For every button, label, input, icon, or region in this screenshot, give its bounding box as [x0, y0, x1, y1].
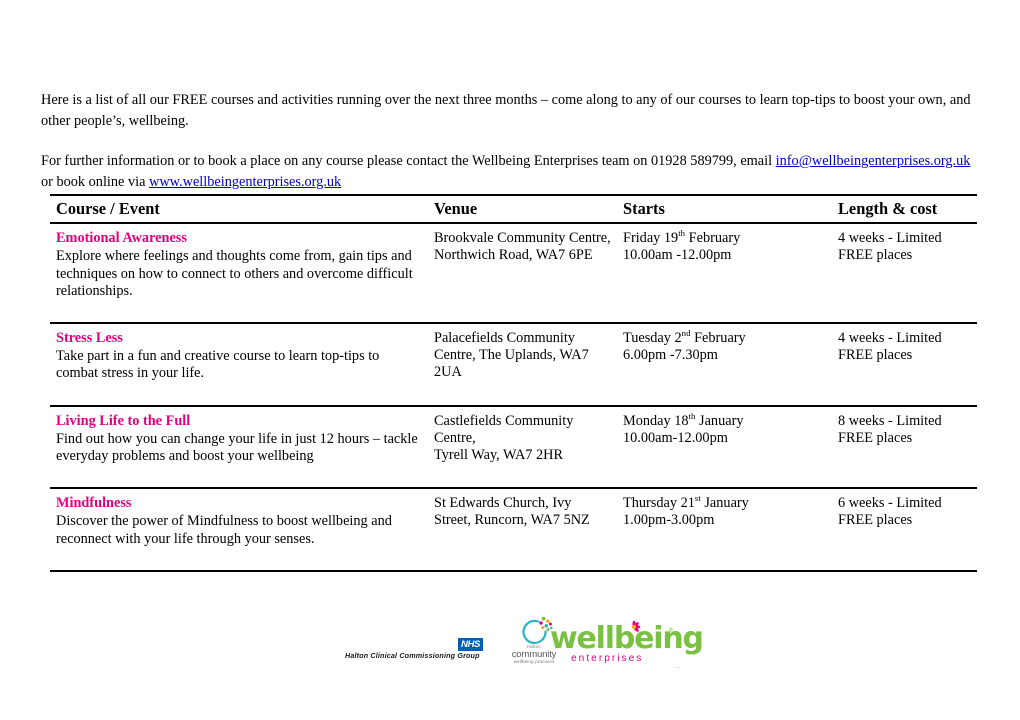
nhs-logo-icon: NHS — [458, 638, 484, 651]
start-time: 1.00pm-3.00pm — [623, 512, 715, 529]
logo-trailing-dots: .. — [675, 662, 681, 670]
cell-starts: Tuesday 2nd February 6.00pm -7.30pm — [617, 323, 832, 407]
course-table: Course / Event Venue Starts Length & cos… — [50, 193, 977, 572]
enterprises-wordmark: enterprises — [571, 653, 644, 664]
cell-venue: Brookvale Community Centre, Northwich Ro… — [428, 223, 617, 325]
ccg-name-text: Halton Clinical Commissioning Group — [345, 651, 480, 660]
contact-text-before: For further information or to book a pla… — [41, 153, 776, 169]
course-title: Emotional Awareness — [56, 230, 187, 247]
course-description: Discover the power of Mindfulness to boo… — [56, 513, 392, 547]
intro-block: Here is a list of all our FREE courses a… — [41, 90, 971, 192]
cell-length: 6 weeks - Limited FREE places — [832, 488, 977, 572]
column-header-course: Course / Event — [50, 193, 428, 225]
start-month: February — [685, 230, 741, 247]
date-ordinal: nd — [681, 328, 691, 339]
footer-logos: Halton Clinical Commissioning Group NHS … — [345, 616, 704, 674]
cell-starts: Monday 18th January 10.00am-12.00pm — [617, 405, 832, 490]
table-row: Emotional Awareness Explore where feelin… — [50, 223, 977, 325]
start-time: 10.00am -12.00pm — [623, 247, 732, 264]
cell-venue: Castlefields Community Centre, Tyrell Way… — [428, 405, 617, 490]
start-date: Friday 19 — [623, 230, 679, 247]
halton-ccg-logo: Halton Clinical Commissioning Group NHS — [345, 638, 488, 664]
cell-course: Emotional Awareness Explore where feelin… — [50, 223, 428, 325]
table-row: Living Life to the Full Find out how you… — [50, 405, 977, 490]
table-row: Mindfulness Discover the power of Mindfu… — [50, 488, 977, 572]
cell-venue: St Edwards Church, Ivy Street, Runcorn, … — [428, 488, 617, 572]
start-month: January — [695, 412, 744, 429]
column-header-length: Length & cost — [832, 193, 977, 225]
table-row: Stress Less Take part in a fun and creat… — [50, 323, 977, 407]
cell-course: Stress Less Take part in a fun and creat… — [50, 323, 428, 407]
column-header-venue: Venue — [428, 193, 617, 225]
cell-course: Living Life to the Full Find out how you… — [50, 405, 428, 490]
website-link[interactable]: www.wellbeingenterprises.org.uk — [149, 174, 341, 190]
start-date: Monday 18 — [623, 412, 689, 429]
column-header-starts: Starts — [617, 193, 832, 225]
community-swoosh-icon — [522, 616, 553, 644]
start-month: January — [700, 495, 749, 512]
start-month: February — [690, 330, 746, 347]
course-title: Living Life to the Full — [56, 412, 191, 429]
document-page: Here is a list of all our FREE courses a… — [0, 0, 1020, 720]
start-time: 6.00pm -7.30pm — [623, 347, 718, 364]
course-description: Find out how you can change your life in… — [56, 430, 418, 465]
start-time: 10.00am-12.00pm — [623, 429, 728, 446]
table-header: Course / Event Venue Starts Length & cos… — [50, 193, 977, 225]
cell-length: 8 weeks - Limited FREE places — [832, 405, 977, 490]
start-date: Thursday 21 — [623, 495, 695, 512]
cell-length: 4 weeks - Limited FREE places — [832, 323, 977, 407]
intro-paragraph-2: For further information or to book a pla… — [41, 151, 971, 192]
table-body: Emotional Awareness Explore where feelin… — [50, 223, 977, 572]
registered-trademark-icon: ® — [668, 627, 674, 634]
course-description: Explore where feelings and thoughts come… — [56, 248, 413, 299]
cell-length: 4 weeks - Limited FREE places — [832, 223, 977, 325]
cell-course: Mindfulness Discover the power of Mindfu… — [50, 488, 428, 572]
course-title: Mindfulness — [56, 495, 132, 512]
flower-icon — [631, 620, 641, 632]
cell-starts: Friday 19th February 10.00am -12.00pm — [617, 223, 832, 325]
contact-text-middle: or book online via — [41, 173, 150, 190]
cell-starts: Thursday 21st January 1.00pm-3.00pm — [617, 488, 832, 572]
wellbeing-enterprises-logo: wellbeing ® enterprises .. — [550, 620, 704, 670]
course-title: Stress Less — [56, 330, 123, 347]
table-header-row: Course / Event Venue Starts Length & cos… — [50, 193, 977, 225]
course-description: Take part in a fun and creative course t… — [56, 348, 380, 382]
start-date: Tuesday 2 — [623, 330, 682, 347]
intro-paragraph-1: Here is a list of all our FREE courses a… — [41, 92, 971, 129]
email-link[interactable]: info@wellbeingenterprises.org.uk — [776, 153, 971, 169]
cell-venue: Palacefields Community Centre, The Uplan… — [428, 323, 617, 407]
